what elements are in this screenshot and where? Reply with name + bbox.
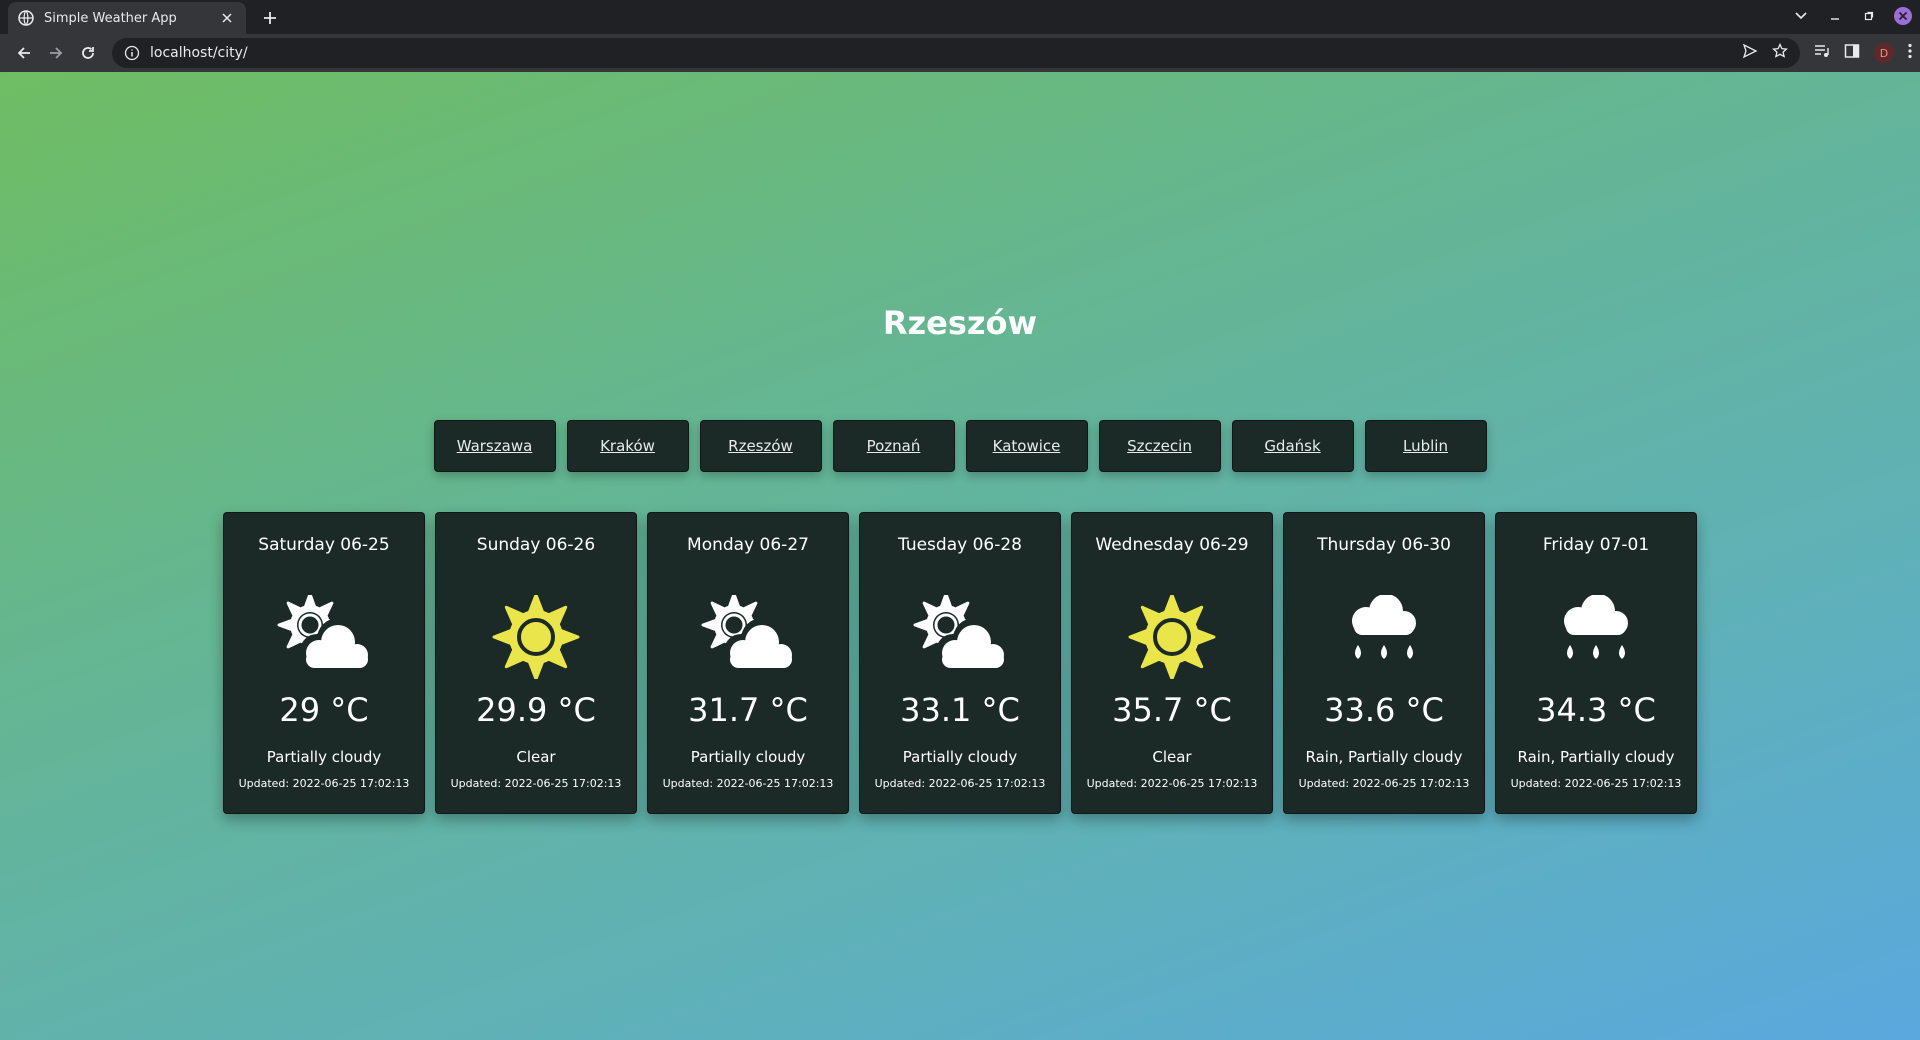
updated-timestamp: 2022-06-25 17:02:13 — [504, 777, 622, 790]
updated-label: Updated: — [450, 777, 502, 790]
partly-cloudy-icon — [272, 592, 376, 679]
forecast-updated: Updated: 2022-06-25 17:02:13 — [436, 777, 636, 790]
close-window-icon[interactable] — [1892, 5, 1914, 27]
site-info-icon[interactable] — [124, 45, 140, 61]
forecast-card: Thursday 06-30 33.6 °C Rain, Partially c… — [1283, 512, 1485, 814]
city-button-poznan[interactable]: Poznań — [832, 420, 955, 472]
reload-icon[interactable] — [72, 37, 104, 69]
address-bar[interactable]: localhost/city/ — [112, 38, 1800, 68]
updated-label: Updated: — [1086, 777, 1138, 790]
forecast-condition: Partially cloudy — [690, 748, 806, 766]
city-button-gdansk[interactable]: Gdańsk — [1231, 420, 1354, 472]
city-button-lublin[interactable]: Lublin — [1364, 420, 1487, 472]
forecast-condition: Partially cloudy — [266, 748, 382, 766]
menu-kebab-icon[interactable] — [1908, 43, 1912, 63]
forecast-temperature: 33.1 °C — [900, 691, 1020, 729]
forecast-temperature: 35.7 °C — [1112, 691, 1232, 729]
forecast-condition: Rain, Partially cloudy — [1517, 748, 1675, 766]
globe-icon — [18, 10, 34, 26]
forecast-day: Thursday 06-30 — [1317, 535, 1451, 555]
forecast-day: Wednesday 06-29 — [1095, 535, 1249, 555]
updated-timestamp: 2022-06-25 17:02:13 — [928, 777, 1046, 790]
updated-timestamp: 2022-06-25 17:02:13 — [1564, 777, 1682, 790]
forecast-temperature: 34.3 °C — [1536, 691, 1656, 729]
updated-timestamp: 2022-06-25 17:02:13 — [1352, 777, 1470, 790]
send-icon[interactable] — [1742, 43, 1758, 63]
partly-cloudy-icon — [908, 592, 1012, 679]
city-button-katowice[interactable]: Katowice — [965, 420, 1088, 472]
rain-cloud-icon — [1332, 594, 1436, 679]
rain-cloud-icon — [1544, 594, 1648, 679]
forecast-temperature: 33.6 °C — [1324, 691, 1444, 729]
sun-icon — [484, 593, 588, 681]
forecast-condition: Clear — [1152, 748, 1192, 766]
restore-icon[interactable] — [1858, 5, 1880, 27]
forecast-day: Saturday 06-25 — [258, 535, 390, 555]
forecast-updated: Updated: 2022-06-25 17:02:13 — [1284, 777, 1484, 790]
forecast-card: Saturday 06-25 29 °C Partially cloudy Up… — [223, 512, 425, 814]
forecast-updated: Updated: 2022-06-25 17:02:13 — [860, 777, 1060, 790]
forecast-temperature: 31.7 °C — [688, 691, 808, 729]
city-button-rzeszow[interactable]: Rzeszów — [699, 420, 822, 472]
media-queue-icon[interactable] — [1814, 43, 1830, 63]
forecast-card: Wednesday 06-29 35.7 °C Clear Updated: 2… — [1071, 512, 1273, 814]
forecast-updated: Updated: 2022-06-25 17:02:13 — [1072, 777, 1272, 790]
updated-timestamp: 2022-06-25 17:02:13 — [716, 777, 834, 790]
city-button-szczecin[interactable]: Szczecin — [1098, 420, 1221, 472]
forecast-card: Friday 07-01 34.3 °C Rain, Partially clo… — [1495, 512, 1697, 814]
window-controls — [1790, 5, 1914, 27]
browser-tab[interactable]: Simple Weather App — [8, 2, 246, 34]
tab-strip: Simple Weather App — [0, 0, 1920, 34]
sun-icon — [1120, 593, 1224, 681]
side-panel-icon[interactable] — [1844, 43, 1860, 63]
updated-label: Updated: — [874, 777, 926, 790]
forecast-temperature: 29 °C — [279, 691, 369, 729]
updated-label: Updated: — [238, 777, 290, 790]
forecast-updated: Updated: 2022-06-25 17:02:13 — [224, 777, 424, 790]
updated-label: Updated: — [1510, 777, 1562, 790]
city-button-warszawa[interactable]: Warszawa — [433, 420, 556, 472]
tab-title: Simple Weather App — [44, 10, 177, 26]
updated-label: Updated: — [1298, 777, 1350, 790]
forecast-cards: Saturday 06-25 29 °C Partially cloudy Up… — [0, 512, 1920, 814]
forecast-condition: Rain, Partially cloudy — [1305, 748, 1463, 766]
forward-arrow-icon[interactable] — [40, 37, 72, 69]
back-arrow-icon[interactable] — [8, 37, 40, 69]
forecast-day: Tuesday 06-28 — [898, 535, 1022, 555]
bookmark-star-icon[interactable] — [1772, 42, 1788, 63]
extension-row: D — [1814, 43, 1912, 63]
weather-page: Rzeszów Warszawa Kraków Rzeszów Poznań K… — [0, 72, 1920, 1040]
forecast-card: Tuesday 06-28 33.1 °C Partially cloudy U… — [859, 512, 1061, 814]
url-text[interactable]: localhost/city/ — [150, 45, 1742, 61]
close-tab-icon[interactable] — [218, 9, 236, 27]
forecast-updated: Updated: 2022-06-25 17:02:13 — [1496, 777, 1696, 790]
forecast-temperature: 29.9 °C — [476, 691, 596, 729]
city-title: Rzeszów — [882, 304, 1038, 342]
browser-toolbar: localhost/city/ D — [0, 34, 1920, 72]
partly-cloudy-icon — [696, 592, 800, 679]
forecast-updated: Updated: 2022-06-25 17:02:13 — [648, 777, 848, 790]
forecast-day: Monday 06-27 — [687, 535, 809, 555]
minimize-icon[interactable] — [1824, 5, 1846, 27]
forecast-card: Sunday 06-26 29.9 °C Clear Updated: 2022… — [435, 512, 637, 814]
forecast-condition: Clear — [516, 748, 556, 766]
updated-label: Updated: — [662, 777, 714, 790]
updated-timestamp: 2022-06-25 17:02:13 — [292, 777, 410, 790]
city-button-krakow[interactable]: Kraków — [566, 420, 689, 472]
updated-timestamp: 2022-06-25 17:02:13 — [1140, 777, 1258, 790]
forecast-day: Sunday 06-26 — [476, 535, 596, 555]
tab-search-icon[interactable] — [1790, 5, 1812, 27]
forecast-condition: Partially cloudy — [902, 748, 1018, 766]
new-tab-button[interactable] — [258, 6, 282, 30]
profile-avatar[interactable]: D — [1874, 43, 1894, 63]
city-nav: Warszawa Kraków Rzeszów Poznań Katowice … — [0, 420, 1920, 472]
forecast-card: Monday 06-27 31.7 °C Partially cloudy Up… — [647, 512, 849, 814]
forecast-day: Friday 07-01 — [1542, 535, 1650, 555]
